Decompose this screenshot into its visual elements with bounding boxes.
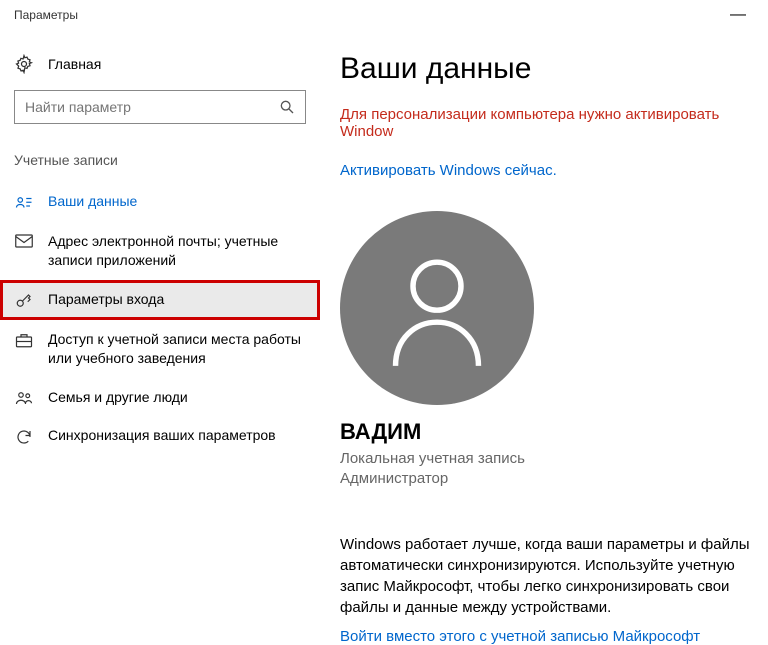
briefcase-icon bbox=[14, 332, 34, 348]
section-label: Учетные записи bbox=[0, 152, 320, 182]
account-role: Администратор bbox=[340, 469, 768, 489]
home-nav[interactable]: Главная bbox=[0, 48, 320, 90]
activation-warning: Для персонализации компьютера нужно акти… bbox=[340, 106, 768, 140]
sidebar-item-work-access[interactable]: Доступ к учетной записи места работы или… bbox=[0, 320, 320, 378]
avatar bbox=[340, 211, 534, 405]
person-card-icon bbox=[14, 194, 34, 212]
sidebar: Главная Учетные записи Ваши данные bbox=[0, 30, 320, 626]
main-layout: Главная Учетные записи Ваши данные bbox=[0, 30, 768, 626]
minimize-button[interactable]: — bbox=[718, 6, 758, 24]
ms-signin-link[interactable]: Войти вместо этого с учетной записью Май… bbox=[340, 628, 768, 645]
sidebar-item-your-info[interactable]: Ваши данные bbox=[0, 182, 320, 222]
sidebar-item-signin-options[interactable]: Параметры входа bbox=[0, 280, 320, 320]
activate-link[interactable]: Активировать Windows сейчас. bbox=[340, 162, 768, 179]
sidebar-item-email[interactable]: Адрес электронной почты; учетные записи … bbox=[0, 222, 320, 280]
search-icon bbox=[279, 99, 295, 115]
people-icon bbox=[14, 390, 34, 406]
gear-icon bbox=[14, 54, 34, 74]
sync-description: Windows работает лучше, когда ваши парам… bbox=[340, 534, 768, 618]
sidebar-item-label: Параметры входа bbox=[48, 290, 306, 309]
key-icon bbox=[14, 292, 34, 310]
sidebar-item-label: Адрес электронной почты; учетные записи … bbox=[48, 232, 306, 270]
titlebar: Параметры — bbox=[0, 0, 768, 30]
content-pane: Ваши данные Для персонализации компьютер… bbox=[320, 30, 768, 626]
search-box[interactable] bbox=[14, 90, 306, 124]
account-section: ВАДИМ Локальная учетная запись Администр… bbox=[340, 211, 768, 490]
account-type: Локальная учетная запись bbox=[340, 449, 768, 469]
sidebar-item-label: Синхронизация ваших параметров bbox=[48, 426, 306, 445]
page-title: Ваши данные bbox=[340, 52, 768, 86]
username: ВАДИМ bbox=[340, 419, 768, 445]
sidebar-item-label: Доступ к учетной записи места работы или… bbox=[48, 330, 306, 368]
sync-icon bbox=[14, 428, 34, 446]
search-input[interactable] bbox=[25, 99, 279, 115]
home-label: Главная bbox=[48, 56, 101, 72]
sidebar-item-label: Семья и другие люди bbox=[48, 388, 306, 407]
sidebar-item-sync[interactable]: Синхронизация ваших параметров bbox=[0, 416, 320, 456]
window-title: Параметры bbox=[14, 8, 78, 22]
sidebar-item-label: Ваши данные bbox=[48, 192, 306, 211]
sidebar-item-family[interactable]: Семья и другие люди bbox=[0, 378, 320, 417]
mail-icon bbox=[14, 234, 34, 248]
